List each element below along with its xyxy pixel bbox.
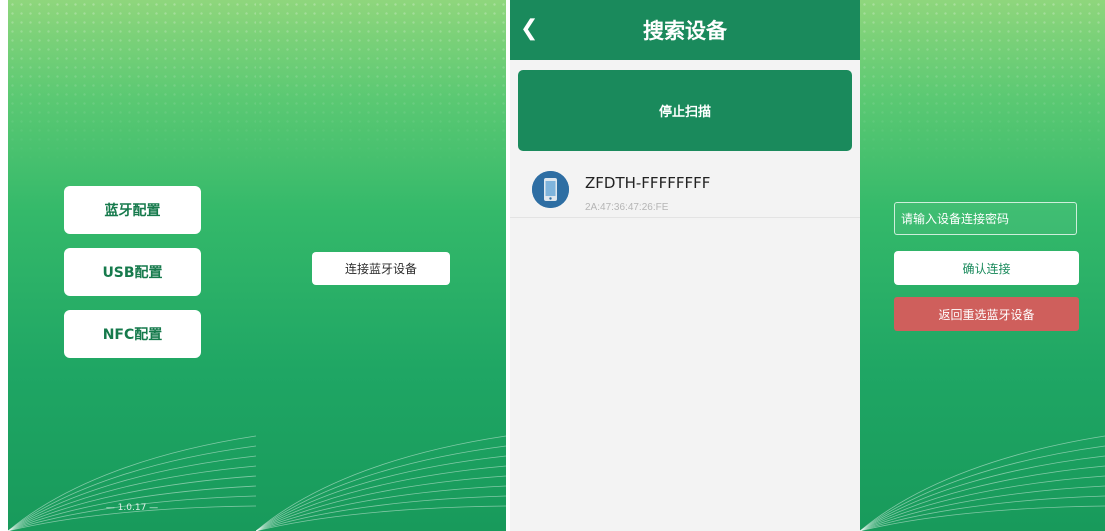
usb-config-button[interactable]: USB配置 (64, 248, 201, 296)
connect-bluetooth-button[interactable]: 连接蓝牙设备 (312, 252, 450, 285)
password-input[interactable]: 请输入设备连接密码 (894, 202, 1077, 235)
dot-pattern (860, 0, 1105, 170)
device-mac: 2A:47:36:47:26:FE (585, 202, 669, 213)
wave-lines-decoration (860, 435, 1105, 531)
connect-screen: 连接蓝牙设备 (256, 0, 506, 531)
reselect-bluetooth-button[interactable]: 返回重选蓝牙设备 (894, 297, 1079, 331)
wave-lines-decoration (256, 435, 506, 531)
dot-pattern (256, 0, 506, 170)
chevron-left-icon[interactable]: ❮ (520, 16, 538, 41)
device-name: ZFDTH-FFFFFFFF (585, 174, 711, 192)
wave-lines-decoration (8, 435, 256, 531)
search-screen: ❮ 搜索设备 停止扫描 ZFDTH-FFFFFFFF 2A:47:36:47:2… (510, 0, 860, 531)
dot-pattern (8, 0, 256, 170)
phone-device-icon (532, 171, 569, 208)
home-screen: 蓝牙配置 USB配置 NFC配置 — 1.0.17 — (8, 0, 256, 531)
nfc-config-button[interactable]: NFC配置 (64, 310, 201, 358)
page-title: 搜索设备 (643, 19, 727, 43)
confirm-connect-button[interactable]: 确认连接 (894, 251, 1079, 285)
bluetooth-config-button[interactable]: 蓝牙配置 (64, 186, 201, 234)
version-label: — 1.0.17 — (105, 503, 159, 513)
top-bar: ❮ 搜索设备 (510, 0, 860, 60)
password-screen: 请输入设备连接密码 确认连接 返回重选蓝牙设备 (860, 0, 1105, 531)
stop-scan-button[interactable]: 停止扫描 (518, 70, 852, 151)
device-list-item[interactable]: ZFDTH-FFFFFFFF 2A:47:36:47:26:FE (510, 162, 860, 218)
